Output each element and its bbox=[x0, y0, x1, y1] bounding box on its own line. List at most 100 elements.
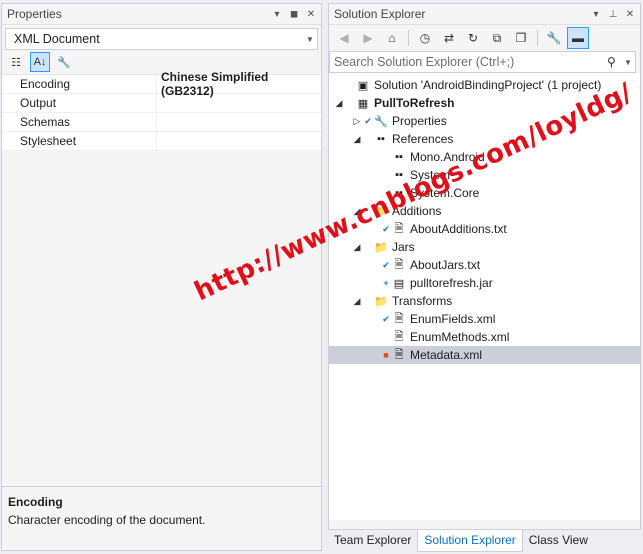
collapse-all-icon[interactable]: ⧉ bbox=[486, 27, 508, 49]
tree-node-label: Jars bbox=[392, 240, 415, 254]
tree-node[interactable]: ✔ 🗎 EnumFields.xml bbox=[329, 310, 640, 328]
pin-icon[interactable]: ⊥ bbox=[606, 9, 620, 20]
tree-node-label: Mono.Android bbox=[410, 150, 485, 164]
jar-file-icon: ▤ bbox=[393, 277, 405, 290]
tree-node[interactable]: ✔ 🗎 AboutJars.txt bbox=[329, 256, 640, 274]
file-icon: 🗎 bbox=[394, 348, 404, 361]
dropdown-icon[interactable]: ▾ bbox=[589, 9, 603, 20]
solution-icon: ▣ bbox=[357, 79, 369, 92]
tree-node-label: EnumMethods.xml bbox=[410, 330, 510, 344]
property-value[interactable]: Chinese Simplified (GB2312) bbox=[157, 70, 321, 98]
tab-solution-explorer[interactable]: Solution Explorer bbox=[417, 530, 523, 552]
checked-out-icon: ■ bbox=[383, 350, 389, 360]
dropdown-icon[interactable]: ▾ bbox=[270, 9, 284, 20]
solution-explorer-panel: Solution Explorer ▾ ⊥ ✕ ◀ ▶ ⌂ ◷ ⇄ ↻ ⧉ ❐ … bbox=[328, 3, 641, 530]
checked-in-icon: ✔ bbox=[382, 259, 390, 270]
tree-node[interactable]: ◢ ▦ PullToRefresh bbox=[329, 94, 640, 112]
property-row-stylesheet[interactable]: Stylesheet bbox=[2, 132, 321, 151]
tree-node[interactable]: ✔ 🗎 AboutAdditions.txt bbox=[329, 220, 640, 238]
pending-add-icon: + bbox=[383, 278, 389, 288]
tree-node[interactable]: + ▤ pulltorefresh.jar bbox=[329, 274, 640, 292]
reference-icon: ▪▪ bbox=[395, 187, 403, 199]
file-icon: 🗎 bbox=[394, 258, 404, 271]
tree-node-label: System.Core bbox=[410, 186, 480, 200]
tree-node-label: Properties bbox=[392, 114, 447, 128]
property-row-schemas[interactable]: Schemas bbox=[2, 113, 321, 132]
tree-node-label: Transforms bbox=[392, 294, 453, 308]
tree-node[interactable]: ◢ 📁 Additions bbox=[329, 202, 640, 220]
tree-node[interactable]: ▷ ✔ 🔧 Properties bbox=[329, 112, 640, 130]
history-icon[interactable]: ◷ bbox=[414, 27, 436, 49]
solution-explorer-title: Solution Explorer bbox=[334, 7, 426, 21]
search-icon[interactable]: ⚲ bbox=[607, 55, 621, 69]
reference-icon: ▪▪ bbox=[395, 151, 403, 163]
tree-node-label: Additions bbox=[392, 204, 442, 218]
properties-panel: Properties ▾ ◼ ✕ XML Document ▼ ☷ A↓ 🔧 E… bbox=[1, 3, 322, 551]
collapse-arrow-icon[interactable]: ◢ bbox=[351, 242, 363, 253]
expand-arrow-icon[interactable]: ▷ bbox=[351, 116, 363, 127]
tree-node-label: pulltorefresh.jar bbox=[410, 276, 493, 290]
collapse-arrow-icon[interactable]: ◢ bbox=[351, 296, 363, 307]
property-name: Schemas bbox=[2, 113, 157, 131]
tab-class-view[interactable]: Class View bbox=[523, 530, 594, 552]
folder-icon: 📁 bbox=[374, 205, 388, 218]
object-selector-value: XML Document bbox=[14, 32, 100, 46]
wrench-icon: 🔧 bbox=[374, 115, 388, 128]
collapse-arrow-icon[interactable]: ◢ bbox=[351, 134, 363, 145]
folder-icon: 📁 bbox=[374, 295, 388, 308]
tree-node[interactable]: 🗎 EnumMethods.xml bbox=[329, 328, 640, 346]
property-grid-empty bbox=[2, 151, 321, 486]
back-icon[interactable]: ◀ bbox=[333, 27, 355, 49]
description-title: Encoding bbox=[8, 495, 63, 509]
refresh-icon[interactable]: ↻ bbox=[462, 27, 484, 49]
sync-icon[interactable]: ⇄ bbox=[438, 27, 460, 49]
tree-node-label: Metadata.xml bbox=[410, 348, 483, 362]
checked-in-icon: ✔ bbox=[382, 223, 390, 234]
wrench-icon[interactable]: 🔧 bbox=[543, 27, 565, 49]
properties-titlebar: Properties ▾ ◼ ✕ bbox=[2, 4, 321, 25]
collapse-arrow-icon[interactable]: ◢ bbox=[351, 206, 363, 217]
file-icon: 🗎 bbox=[394, 312, 404, 325]
categorized-icon[interactable]: ☷ bbox=[6, 52, 26, 72]
collapse-arrow-icon[interactable]: ◢ bbox=[333, 98, 345, 109]
solution-explorer-tabs: Team Explorer Solution Explorer Class Vi… bbox=[328, 530, 641, 552]
tree-node-label: PullToRefresh bbox=[374, 96, 455, 110]
chevron-down-icon: ▼ bbox=[306, 34, 314, 44]
tree-node[interactable]: ▪▪ System.Core bbox=[329, 184, 640, 202]
alphabetical-icon[interactable]: A↓ bbox=[30, 52, 50, 72]
tree-node-label: EnumFields.xml bbox=[410, 312, 496, 326]
tree-node[interactable]: ◢ 📁 Transforms bbox=[329, 292, 640, 310]
close-icon[interactable]: ✕ bbox=[623, 9, 637, 20]
description-text: Character encoding of the document. bbox=[8, 513, 206, 527]
chevron-down-icon[interactable]: ▼ bbox=[621, 58, 635, 67]
tree-node-label: System bbox=[410, 168, 451, 182]
property-row-encoding[interactable]: Encoding Chinese Simplified (GB2312) bbox=[2, 70, 321, 98]
solution-explorer-titlebar: Solution Explorer ▾ ⊥ ✕ bbox=[329, 4, 640, 25]
object-selector[interactable]: XML Document ▼ bbox=[5, 28, 318, 50]
search-input[interactable]: Search Solution Explorer (Ctrl+;) bbox=[334, 55, 607, 69]
show-all-files-icon[interactable]: ❐ bbox=[510, 27, 532, 49]
reference-icon: ▪▪ bbox=[377, 133, 385, 145]
tree-node[interactable]: ◢ 📁 Jars bbox=[329, 238, 640, 256]
tree-node[interactable]: ▪▪ Mono.Android bbox=[329, 148, 640, 166]
file-icon: 🗎 bbox=[394, 222, 404, 235]
preview-icon[interactable]: ▬ bbox=[567, 27, 589, 49]
tree-node[interactable]: ◢ ▪▪ References bbox=[329, 130, 640, 148]
tree-node-label: AboutAdditions.txt bbox=[410, 222, 507, 236]
property-name: Encoding bbox=[2, 75, 157, 93]
wrench-icon[interactable]: 🔧 bbox=[54, 52, 74, 72]
close-icon[interactable]: ✕ bbox=[304, 9, 318, 20]
project-icon: ▦ bbox=[357, 97, 369, 110]
toolbar-divider bbox=[537, 30, 538, 46]
properties-title: Properties bbox=[7, 7, 62, 21]
checked-in-icon: ✔ bbox=[382, 313, 390, 324]
forward-icon[interactable]: ▶ bbox=[357, 27, 379, 49]
home-icon[interactable]: ⌂ bbox=[381, 27, 403, 49]
tree-node-label: References bbox=[392, 132, 454, 146]
tree-node[interactable]: ▣ Solution 'AndroidBindingProject' (1 pro… bbox=[329, 76, 640, 94]
search-box[interactable]: Search Solution Explorer (Ctrl+;) ⚲ ▼ bbox=[329, 51, 636, 73]
tab-team-explorer[interactable]: Team Explorer bbox=[328, 530, 417, 552]
tree-node[interactable]: ▪▪ System bbox=[329, 166, 640, 184]
maximize-icon[interactable]: ◼ bbox=[287, 9, 301, 20]
tree-node[interactable]: ■ 🗎 Metadata.xml bbox=[329, 346, 640, 364]
